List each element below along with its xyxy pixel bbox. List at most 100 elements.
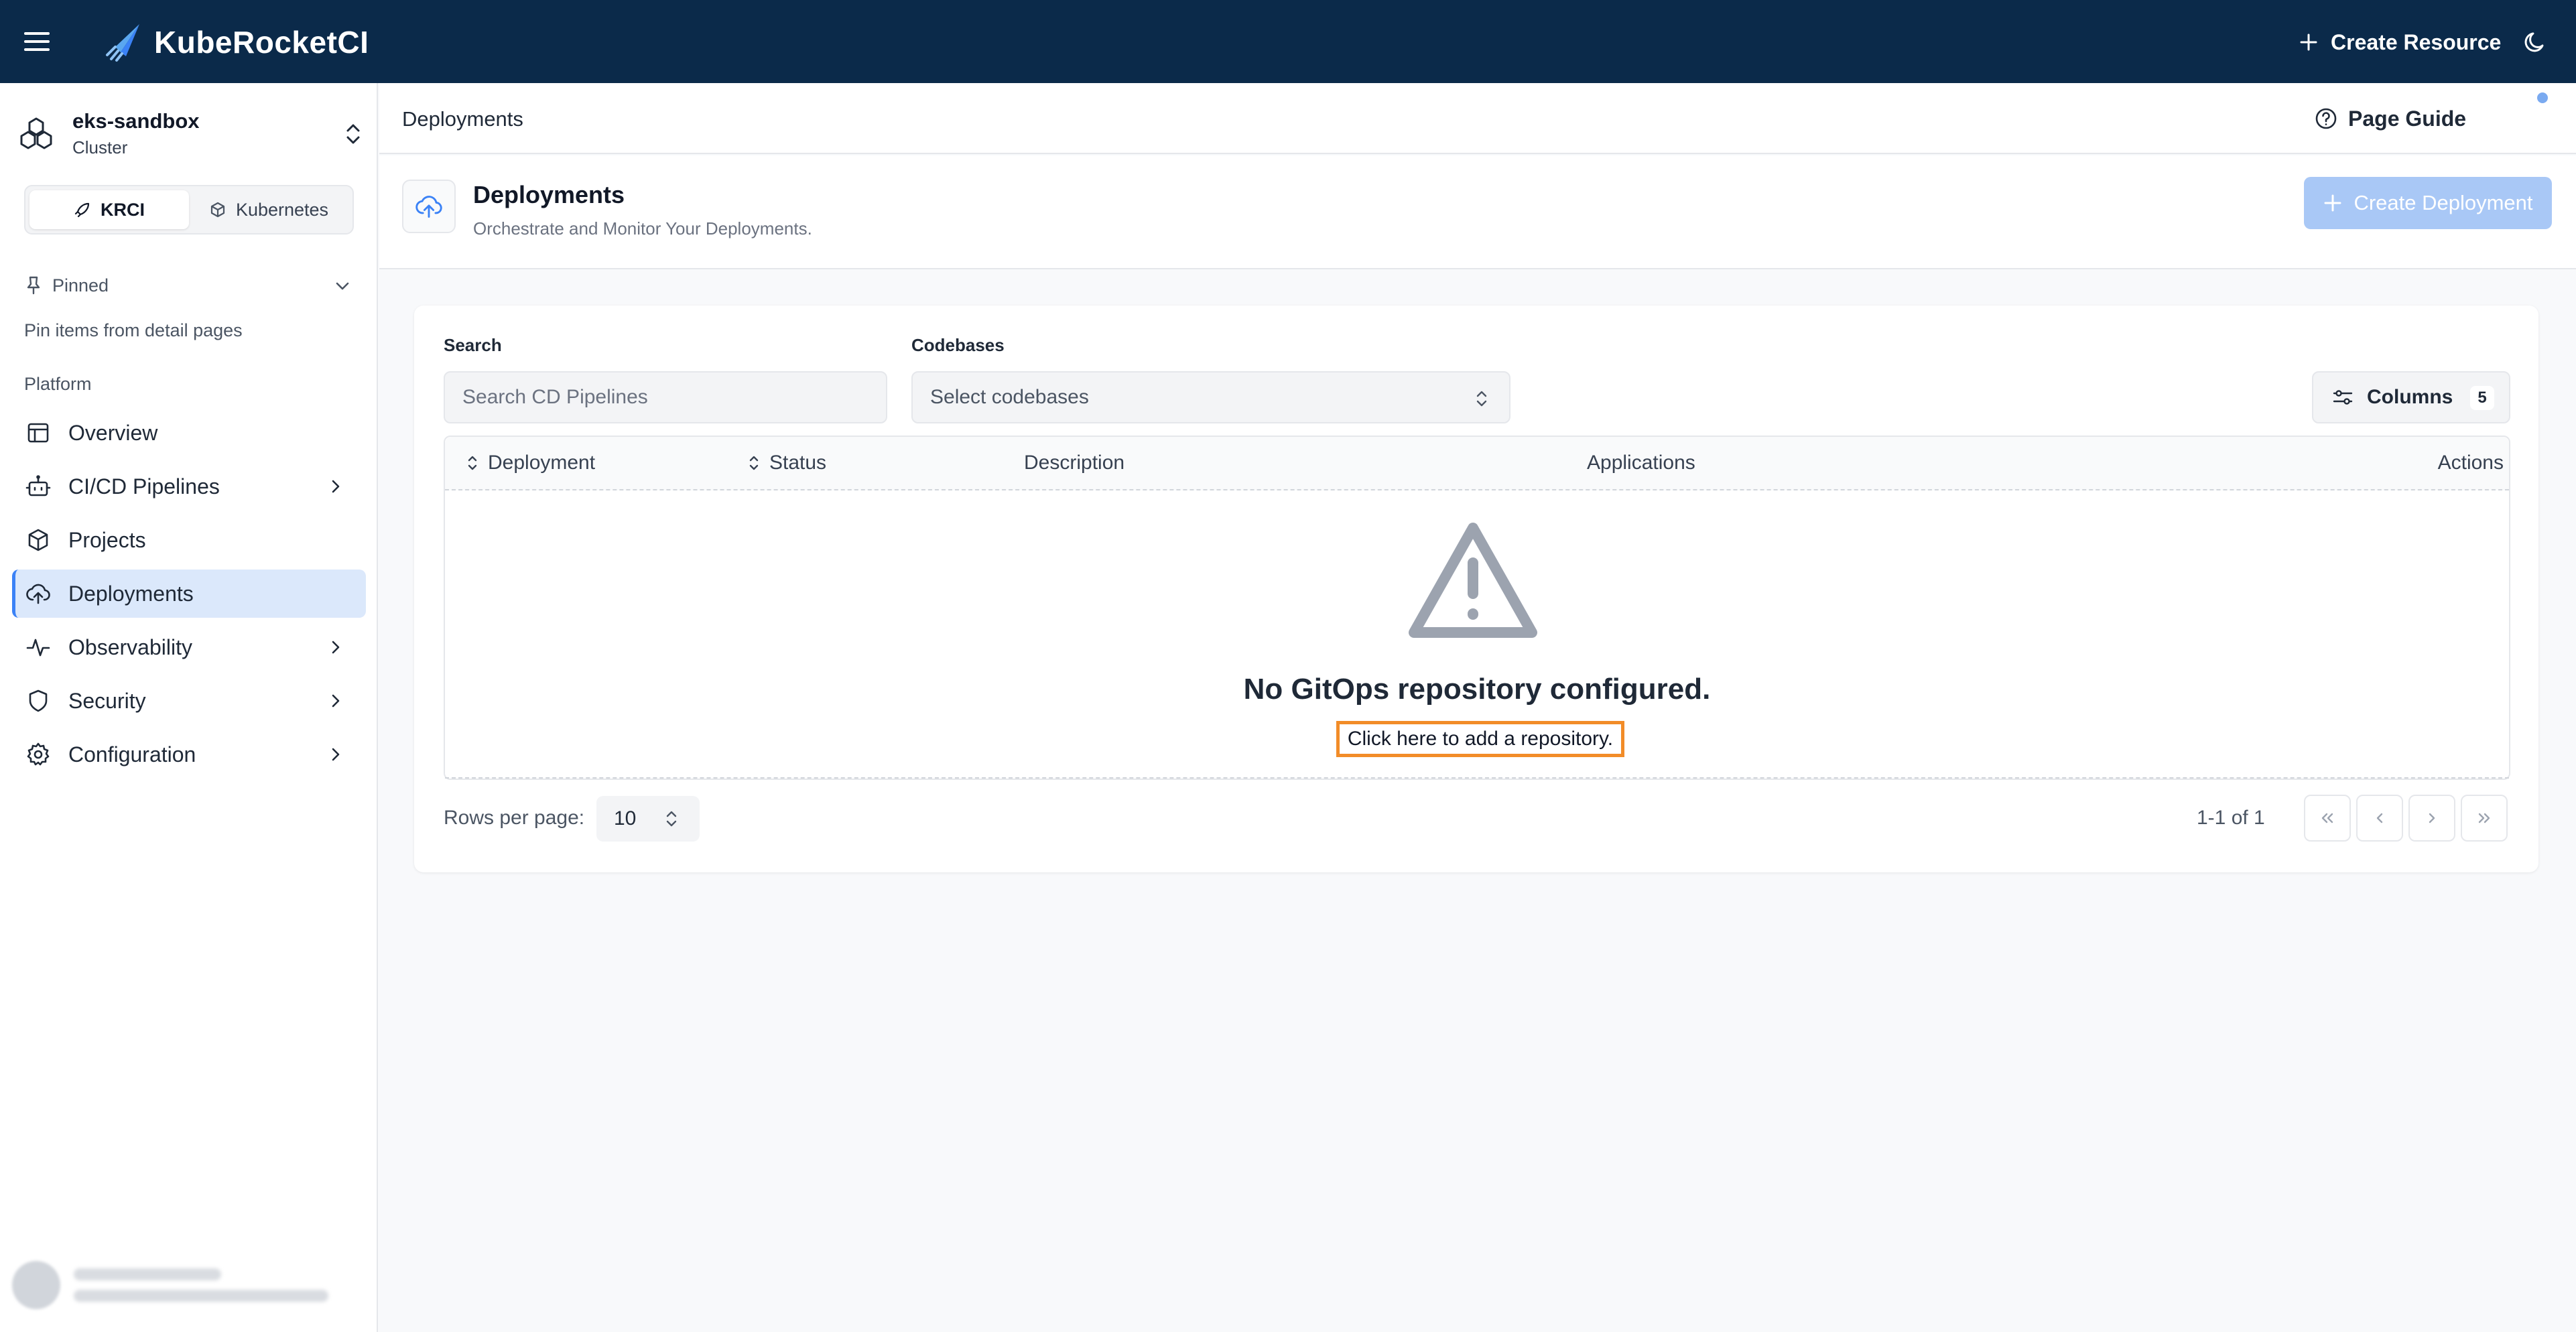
- user-info-redacted: [74, 1268, 328, 1302]
- sidebar-item-security[interactable]: Security: [12, 677, 366, 725]
- sort-icon: [468, 456, 477, 470]
- cube-icon: [210, 202, 225, 218]
- chevron-right-icon: [332, 480, 340, 493]
- switch-kubernetes-label: Kubernetes: [235, 199, 329, 220]
- cluster-selector[interactable]: eks-sandbox Cluster: [19, 106, 365, 161]
- cluster-icon: [20, 117, 52, 149]
- empty-state: No GitOps repository configured. Click h…: [445, 490, 2509, 779]
- codebases-placeholder: Select codebases: [930, 386, 1089, 408]
- sidebar-item-label: Security: [68, 688, 146, 713]
- sidebar-item-label: Observability: [68, 635, 192, 659]
- top-app-bar: KubeRocketCI Create Resource: [0, 0, 2576, 83]
- moon-icon[interactable]: [2522, 29, 2548, 55]
- codebases-select[interactable]: Select codebases: [911, 371, 1510, 423]
- sidebar-item-label: Overview: [68, 420, 158, 445]
- breadcrumb-bar: Deployments Page Guide: [379, 83, 2576, 154]
- layout-icon: [27, 423, 49, 443]
- column-header-applications: Applications: [1587, 452, 1695, 474]
- pinned-section-toggle[interactable]: Pinned: [24, 272, 352, 299]
- page-guide-label: Page Guide: [2348, 106, 2467, 131]
- plus-icon: [2324, 194, 2341, 212]
- sidebar-item-label: Deployments: [68, 581, 194, 606]
- sidebar-item-cicd-pipelines[interactable]: CI/CD Pipelines: [12, 462, 366, 511]
- rows-per-page-label: Rows per page:: [444, 807, 585, 829]
- avatar: [12, 1261, 60, 1309]
- switch-krci[interactable]: KRCI: [29, 190, 189, 229]
- app-title[interactable]: KubeRocketCI: [154, 24, 369, 60]
- table-header: Deployment Status Description Applicatio…: [445, 437, 2509, 490]
- last-page-button[interactable]: [2461, 795, 2508, 842]
- chevron-right-icon: [2429, 813, 2435, 823]
- cloud-upload-icon: [26, 584, 50, 604]
- column-label: Status: [769, 452, 827, 474]
- activity-icon: [26, 639, 50, 657]
- chevron-right-icon: [332, 748, 340, 761]
- box-icon: [28, 529, 48, 551]
- section-label-platform: Platform: [24, 374, 92, 394]
- sidebar-item-projects[interactable]: Projects: [12, 516, 366, 564]
- deployments-card: Search Codebases Select codebases Column…: [414, 306, 2538, 872]
- menu-icon[interactable]: [23, 28, 51, 55]
- warning-triangle-icon: [1409, 523, 1537, 638]
- create-deployment-button[interactable]: Create Deployment: [2304, 177, 2552, 229]
- search-input[interactable]: [444, 371, 887, 423]
- user-account-menu[interactable]: [12, 1253, 366, 1317]
- column-header-actions: Actions: [2438, 452, 2504, 474]
- column-label: Deployment: [488, 452, 596, 474]
- sidebar-item-label: Projects: [68, 527, 146, 552]
- search-label: Search: [444, 335, 502, 355]
- page-guide-button[interactable]: Page Guide: [2315, 103, 2466, 134]
- codebases-label: Codebases: [911, 335, 1005, 355]
- sidebar-item-configuration[interactable]: Configuration: [12, 730, 366, 779]
- columns-button[interactable]: Columns 5: [2312, 371, 2510, 423]
- cluster-name: eks-sandbox: [72, 109, 200, 133]
- next-page-button[interactable]: [2408, 795, 2455, 842]
- cloud-upload-icon: [402, 180, 456, 233]
- previous-page-button[interactable]: [2356, 795, 2403, 842]
- first-page-button[interactable]: [2304, 795, 2351, 842]
- add-repository-link[interactable]: Click here to add a repository.: [1336, 721, 1624, 757]
- page-header: Deployments Orchestrate and Monitor Your…: [379, 155, 2576, 269]
- deployments-table: Deployment Status Description Applicatio…: [444, 436, 2510, 780]
- chevron-right-icon: [332, 641, 340, 654]
- page-subtitle: Orchestrate and Monitor Your Deployments…: [473, 218, 812, 239]
- sidebar-item-observability[interactable]: Observability: [12, 623, 366, 671]
- breadcrumb[interactable]: Deployments: [402, 107, 523, 131]
- column-label: Applications: [1587, 452, 1695, 474]
- switch-kubernetes[interactable]: Kubernetes: [189, 190, 348, 229]
- shield-icon: [29, 689, 48, 712]
- chevron-right-icon: [332, 694, 340, 708]
- sidebar: eks-sandbox Cluster KRCI Kubernetes Pinn…: [0, 83, 378, 1332]
- column-header-description: Description: [1024, 452, 1124, 474]
- pin-icon: [27, 276, 40, 295]
- pagination-range: 1-1 of 1: [2197, 807, 2265, 829]
- bot-icon: [25, 475, 51, 496]
- notification-dot: [2537, 92, 2548, 103]
- sidebar-item-label: CI/CD Pipelines: [68, 474, 220, 498]
- column-header-status[interactable]: Status: [748, 452, 826, 474]
- page-title: Deployments: [473, 181, 625, 208]
- column-label: Actions: [2437, 452, 2504, 474]
- rocket-logo-icon[interactable]: [102, 20, 149, 63]
- pinned-label: Pinned: [52, 275, 109, 295]
- sliders-icon: [2333, 390, 2353, 405]
- column-header-deployment[interactable]: Deployment: [466, 452, 595, 474]
- gear-icon: [27, 742, 50, 766]
- columns-count-badge: 5: [2470, 386, 2494, 410]
- chevron-up-down-icon: [346, 124, 360, 144]
- chevrons-right-icon: [2478, 813, 2490, 823]
- rows-per-page-select[interactable]: 10: [596, 796, 700, 842]
- sidebar-item-label: Configuration: [68, 742, 196, 767]
- mode-switcher: KRCI Kubernetes: [24, 185, 354, 235]
- chevron-up-down-icon: [666, 811, 677, 827]
- pinned-hint: Pin items from detail pages: [24, 320, 243, 340]
- rows-per-page-value: 10: [614, 807, 637, 829]
- sort-icon: [749, 456, 759, 470]
- switch-krci-label: KRCI: [101, 199, 145, 220]
- chevron-up-down-icon: [1476, 391, 1487, 407]
- chevrons-left-icon: [2321, 813, 2333, 823]
- create-resource-button[interactable]: Create Resource: [2299, 24, 2501, 60]
- sidebar-item-overview[interactable]: Overview: [12, 409, 366, 457]
- sidebar-item-deployments[interactable]: Deployments: [12, 570, 366, 618]
- empty-state-title: No GitOps repository configured.: [1243, 673, 1711, 706]
